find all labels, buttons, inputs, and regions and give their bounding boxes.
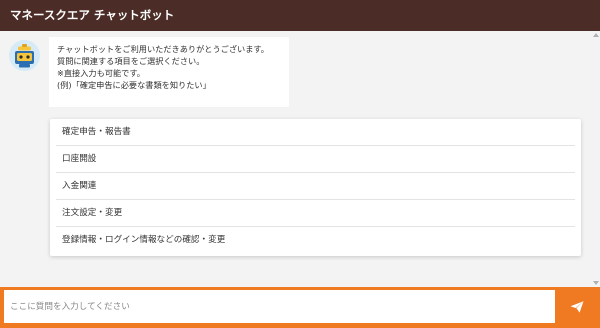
scroll-up-arrow-icon[interactable] [593,33,599,37]
chatbot-header: マネースクエア チャットボット [0,0,600,31]
option-account-opening[interactable]: 口座開設 [56,146,575,173]
chatbot-widget: マネースクエア チャットボット チャットボットをご利用いただきありがとうございま… [0,0,600,328]
input-bar [0,287,600,328]
option-list: 確定申告・報告書 口座開設 入金関連 注文設定・変更 登録情報・ログイン情報など… [50,119,581,256]
send-paper-plane-icon [570,300,584,313]
bot-message-bubble: チャットボットをご利用いただきありがとうございます。 質問に関連する項目をご選択… [49,37,289,107]
option-registration-login-info[interactable]: 登録情報・ログイン情報などの確認・変更 [56,227,575,254]
option-tax-return-report[interactable]: 確定申告・報告書 [56,119,575,146]
question-input[interactable] [4,290,555,323]
robot-mascot-icon [9,40,40,71]
option-order-settings[interactable]: 注文設定・変更 [56,200,575,227]
bot-message-line: チャットボットをご利用いただきありがとうございます。 [57,44,269,54]
scroll-down-arrow-icon[interactable] [593,281,599,285]
bot-message-line: 質問に関連する項目をご選択ください。 [57,56,205,66]
option-deposit[interactable]: 入金関連 [56,173,575,200]
chat-area: チャットボットをご利用いただきありがとうございます。 質問に関連する項目をご選択… [0,31,600,287]
send-button[interactable] [558,290,596,323]
bot-message-line: (例)「確定申告に必要な書類を知りたい」 [57,80,211,90]
chatbot-title: マネースクエア チャットボット [10,8,175,22]
bot-message-line: ※直接入力も可能です。 [57,68,145,78]
chat-scrollbar[interactable] [591,31,600,287]
